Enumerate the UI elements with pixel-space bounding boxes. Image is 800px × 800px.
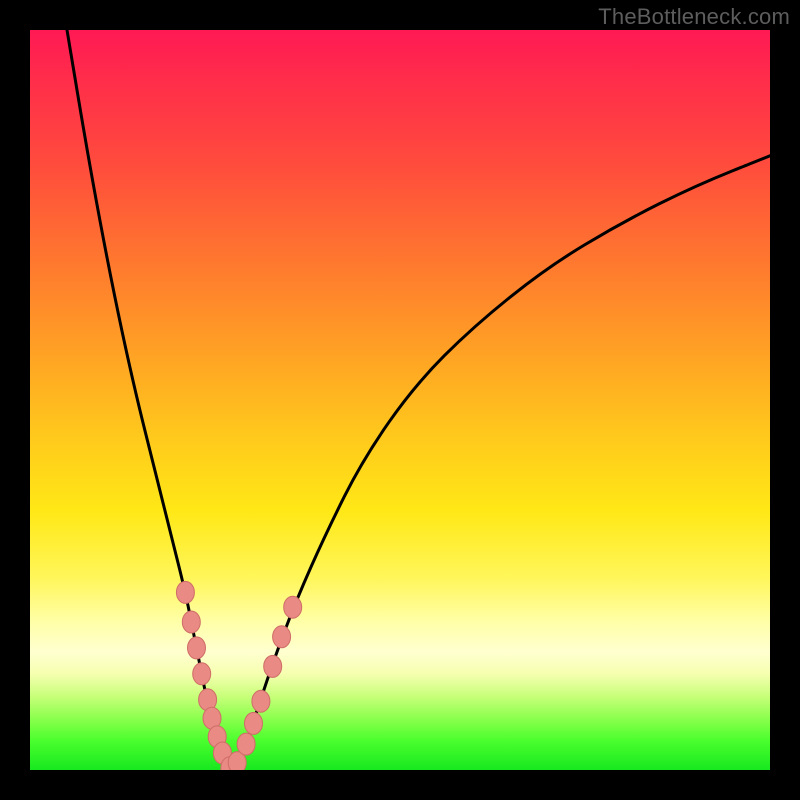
curve-marker xyxy=(182,611,200,633)
chart-frame: TheBottleneck.com xyxy=(0,0,800,800)
plot-area xyxy=(30,30,770,770)
curve-marker xyxy=(237,733,255,755)
curve-marker xyxy=(284,596,302,618)
curve-marker xyxy=(245,712,263,734)
curve-marker xyxy=(188,637,206,659)
curve-marker xyxy=(176,581,194,603)
curve-marker xyxy=(264,655,282,677)
marker-cluster xyxy=(176,581,301,770)
curve-svg xyxy=(30,30,770,770)
curve-marker xyxy=(193,663,211,685)
bottleneck-curve-path xyxy=(67,30,770,768)
curve-marker xyxy=(252,690,270,712)
bottleneck-curve xyxy=(67,30,770,768)
watermark-text: TheBottleneck.com xyxy=(598,4,790,30)
curve-marker xyxy=(273,626,291,648)
